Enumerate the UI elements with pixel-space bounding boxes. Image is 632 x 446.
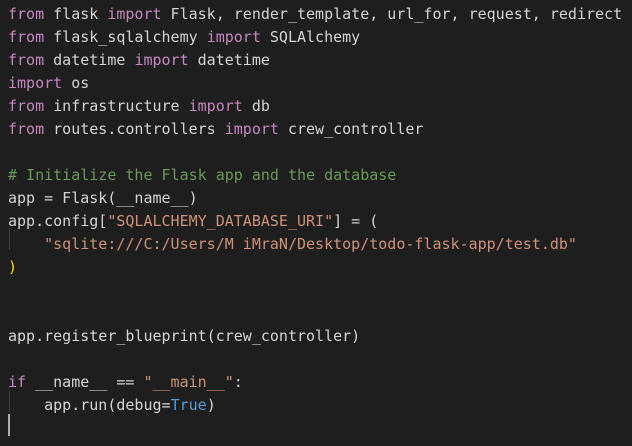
code-token: import: [134, 51, 189, 69]
code-token: "SQLALCHEMY_DATABASE_URI": [107, 212, 334, 230]
code-token: flask_sqlalchemy: [44, 28, 207, 46]
code-token: ): [206, 396, 216, 414]
code-token: __name__: [116, 189, 189, 207]
code-token: ): [188, 189, 198, 207]
code-token: # Initialize the Flask app and the datab…: [8, 166, 397, 184]
code-line[interactable]: "sqlite:///C:/Users/M iMraN/Desktop/todo…: [8, 233, 577, 255]
code-token: from: [8, 97, 45, 115]
code-line[interactable]: import os: [8, 72, 89, 94]
code-token: app = Flask(: [8, 189, 117, 207]
code-line[interactable]: if __name__ == "__main__":: [8, 371, 243, 393]
code-line[interactable]: app.register_blueprint(crew_controller): [8, 325, 360, 347]
code-token: import: [107, 5, 162, 23]
code-token: ] = (: [333, 212, 379, 230]
code-token: SQLAlchemy: [260, 28, 361, 46]
code-token: True: [170, 396, 207, 414]
code-token: app.config[: [8, 212, 108, 230]
code-line[interactable]: ): [8, 256, 17, 278]
code-token: "sqlite:///C:/Users/M iMraN/Desktop/todo…: [44, 235, 577, 253]
code-token: "__main__": [143, 373, 234, 391]
code-line[interactable]: app.config["SQLALCHEMY_DATABASE_URI"] = …: [8, 210, 378, 232]
code-token: from: [8, 5, 45, 23]
code-token: import: [206, 28, 261, 46]
text-cursor: [8, 414, 10, 436]
code-token: datetime: [188, 51, 270, 69]
code-token: routes.controllers: [44, 120, 225, 138]
code-token: flask: [44, 5, 108, 23]
code-token: from: [8, 120, 45, 138]
code-token: app.register_blueprint(crew_controller): [8, 327, 361, 345]
code-line[interactable]: from flask import Flask, render_template…: [8, 3, 622, 25]
code-token: crew_controller: [278, 120, 424, 138]
code-line[interactable]: from datetime import datetime: [8, 49, 270, 71]
code-line[interactable]: app.run(debug=True): [8, 394, 216, 416]
code-line[interactable]: from flask_sqlalchemy import SQLAlchemy: [8, 26, 360, 48]
code-line[interactable]: app = Flask(__name__): [8, 187, 198, 209]
code-token: from: [8, 51, 45, 69]
code-token: db: [242, 97, 270, 115]
code-token: import: [188, 97, 243, 115]
code-token: import: [8, 74, 63, 92]
code-token: infrastructure: [44, 97, 189, 115]
code-line[interactable]: from routes.controllers import crew_cont…: [8, 118, 423, 140]
code-token: from: [8, 28, 45, 46]
code-editor[interactable]: from flask import Flask, render_template…: [0, 0, 632, 446]
code-token: datetime: [44, 51, 135, 69]
code-token: :: [233, 373, 243, 391]
code-line[interactable]: # Initialize the Flask app and the datab…: [8, 164, 396, 186]
code-token: import: [224, 120, 279, 138]
code-token: os: [62, 74, 90, 92]
code-token: ): [8, 258, 18, 276]
code-token: Flask, render_template, url_for, request…: [161, 5, 623, 23]
code-token: __name__ ==: [26, 373, 144, 391]
code-token: app.run(debug=: [8, 396, 171, 414]
code-token: if: [8, 373, 27, 391]
code-line[interactable]: from infrastructure import db: [8, 95, 270, 117]
